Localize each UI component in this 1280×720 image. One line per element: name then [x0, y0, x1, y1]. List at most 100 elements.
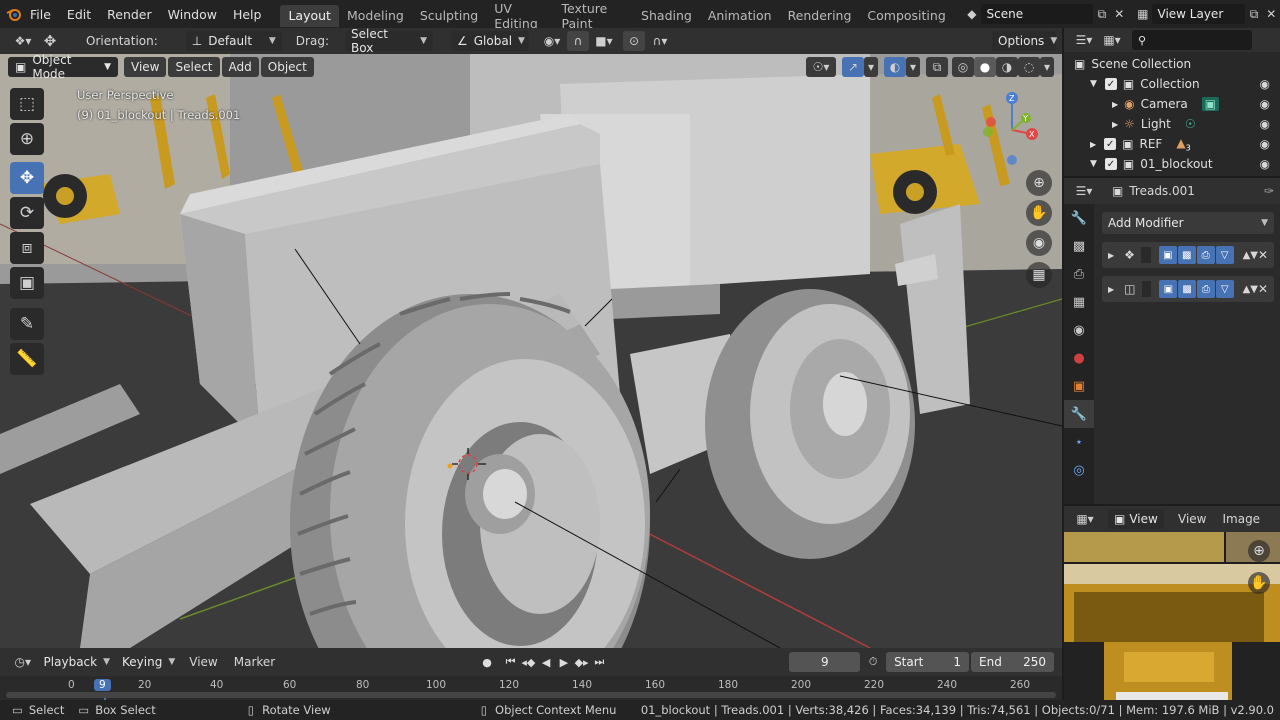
transform-tool-icon[interactable]: ▣ [10, 267, 44, 299]
playback-dropdown[interactable]: Playback ▼ [38, 652, 116, 672]
cage-toggle-icon[interactable]: ▽ [1215, 280, 1234, 298]
render-tab-icon[interactable]: ▩ [1064, 232, 1094, 260]
tab-sculpting[interactable]: Sculpting [412, 5, 486, 27]
move-updown-icon[interactable]: ▲▼ [1243, 250, 1258, 261]
play-icon[interactable]: ▶ [555, 653, 573, 671]
move-tool-icon[interactable]: ✥ [10, 162, 44, 194]
menu-edit[interactable]: Edit [59, 0, 99, 28]
physics-tab-icon[interactable]: ◎ [1064, 456, 1094, 484]
tool-tab-icon[interactable]: 🔧 [1064, 204, 1094, 232]
modifier-tab-icon[interactable]: 🔧 [1064, 400, 1094, 428]
image-editor-type-icon[interactable]: ▦▾ [1070, 509, 1100, 529]
viewport-menu-object[interactable]: Object [260, 57, 314, 77]
scene-name-field[interactable]: Scene [980, 4, 1094, 24]
snap-target-icon[interactable]: ■▾ [589, 31, 619, 51]
eye-icon[interactable]: ◉ [1260, 97, 1270, 111]
measure-tool-icon[interactable]: 📏 [10, 343, 44, 375]
tab-uv-editing[interactable]: UV Editing [486, 1, 553, 31]
viewport-menu-view[interactable]: View [124, 57, 167, 77]
editmode-toggle-icon[interactable]: ▣ [1159, 280, 1178, 298]
tab-modeling[interactable]: Modeling [339, 5, 412, 27]
viewport-toggle-icon[interactable]: ▩ [1177, 246, 1196, 264]
eye-icon[interactable]: ◉ [1260, 137, 1270, 151]
ortho-grid-icon[interactable]: ▦ [1026, 262, 1052, 288]
tab-rendering[interactable]: Rendering [780, 5, 860, 27]
close-icon[interactable]: ✕ [1258, 282, 1268, 296]
new-view-layer-icon[interactable]: ⧉ [1245, 4, 1262, 24]
viewport-toggle-icon[interactable]: ▩ [1178, 280, 1196, 298]
eye-icon[interactable]: ◉ [1260, 77, 1270, 91]
modifier-name-field[interactable] [1140, 247, 1151, 263]
checkbox-icon[interactable]: ✓ [1104, 158, 1117, 170]
new-scene-icon[interactable]: ⧉ [1093, 4, 1110, 24]
viewport-menu-add[interactable]: Add [221, 57, 259, 77]
object-tab-icon[interactable]: ▣ [1064, 372, 1094, 400]
xray-icon[interactable]: ⧉ [926, 57, 948, 77]
view-layer-tab-icon[interactable]: ▦ [1064, 288, 1094, 316]
scene-selector-icon[interactable]: ◆ [963, 4, 980, 24]
render-toggle-icon[interactable]: ⎙ [1196, 246, 1215, 264]
outliner-row-collection[interactable]: ▼ ✓ ▣ Collection ◉ [1064, 74, 1280, 94]
delete-view-layer-icon[interactable]: ✕ [1263, 4, 1280, 24]
chevron-down-icon[interactable]: ▾ [1040, 57, 1054, 77]
blender-logo-icon[interactable] [6, 4, 22, 24]
checkbox-icon[interactable]: ✓ [1104, 78, 1117, 90]
stopwatch-icon[interactable]: ⏱ [864, 653, 882, 671]
record-icon[interactable]: ● [478, 653, 496, 671]
transform-orientation-dropdown[interactable]: ∠ Global ▼ [450, 31, 529, 51]
gizmo-icon[interactable]: ↗ [842, 57, 864, 77]
checkbox-icon[interactable]: ✓ [1104, 138, 1117, 150]
eye-icon[interactable]: ◉ [1260, 117, 1270, 131]
jump-end-icon[interactable]: ⏭ [590, 653, 608, 671]
select-box-tool-icon[interactable]: ⬚ [10, 88, 44, 120]
scene-tab-icon[interactable]: ◉ [1064, 316, 1094, 344]
cage-toggle-icon[interactable]: ▽ [1215, 246, 1234, 264]
rotate-tool-icon[interactable]: ⟳ [10, 197, 44, 229]
prev-keyframe-icon[interactable]: ◂◆ [520, 653, 538, 671]
viewport-menu-select[interactable]: Select [168, 57, 220, 77]
pan-hand-icon[interactable]: ✋ [1248, 572, 1270, 594]
timeline-menu-marker[interactable]: Marker [234, 655, 275, 669]
tab-animation[interactable]: Animation [700, 5, 780, 27]
timeline-editor-icon[interactable]: ◷▾ [8, 652, 38, 672]
editor-type-icon[interactable]: ❖▾ [8, 31, 38, 51]
view-layer-icon[interactable]: ▦ [1134, 4, 1151, 24]
delete-scene-icon[interactable]: ✕ [1111, 4, 1128, 24]
options-dropdown[interactable]: Options ▼ [992, 31, 1057, 51]
eye-icon[interactable]: ◉ [1260, 157, 1270, 171]
modifier-row-1[interactable]: ▶ ❖ ▣ ▩ ⎙ ▽ ▲▼ ✕ [1102, 242, 1274, 268]
3d-viewport[interactable]: ▣ Object Mode ▼ View Select Add Object ☉… [0, 54, 1062, 648]
timeline-scrollbar[interactable] [6, 692, 1056, 698]
current-frame-field[interactable]: 9 [789, 652, 861, 672]
scale-tool-icon[interactable]: ⧈ [10, 232, 44, 264]
cursor-tool-icon[interactable]: ⊕ [10, 123, 44, 155]
outliner-row-ref[interactable]: ▶ ✓ ▣ REF ▲3 ◉ [1064, 134, 1280, 154]
move-tool-icon[interactable]: ✥ [38, 31, 62, 51]
expand-arrow-icon[interactable]: ▶ [1108, 285, 1114, 294]
pivot-point-icon[interactable]: ◉▾ [537, 31, 567, 51]
wireframe-shading-icon[interactable]: ◎ [952, 57, 974, 77]
tab-texture-paint[interactable]: Texture Paint [554, 1, 634, 31]
modifier-row-2[interactable]: ▶ ◫ ▣ ▩ ⎙ ▽ ▲▼ ✕ [1102, 276, 1274, 302]
falloff-icon[interactable]: ∩▾ [645, 31, 675, 51]
visibility-icon[interactable]: ☉▾ [806, 57, 836, 77]
jump-start-icon[interactable]: ⏮ [502, 653, 520, 671]
pin-icon[interactable]: ✑ [1264, 184, 1274, 198]
zoom-icon[interactable]: ⊕ [1248, 540, 1270, 562]
start-frame-field[interactable]: Start 1 [886, 652, 970, 672]
world-tab-icon[interactable]: ● [1064, 344, 1094, 372]
timeline-menu-view[interactable]: View [189, 655, 217, 669]
outliner-row-light[interactable]: ▶ ☼ Light ☉ ◉ [1064, 114, 1280, 134]
particles-tab-icon[interactable]: ⋆ [1064, 428, 1094, 456]
output-tab-icon[interactable]: ⎙ [1064, 260, 1094, 288]
snap-magnet-icon[interactable]: ∩ [566, 31, 589, 51]
menu-window[interactable]: Window [160, 0, 225, 28]
move-updown-icon[interactable]: ▲▼ [1243, 284, 1258, 295]
display-mode-icon[interactable]: ▦▾ [1098, 30, 1126, 50]
play-reverse-icon[interactable]: ◀ [537, 653, 555, 671]
render-toggle-icon[interactable]: ⎙ [1196, 280, 1215, 298]
tab-layout[interactable]: Layout [280, 4, 339, 27]
timeline-ruler[interactable]: 0 9 20 40 60 80 100 120 140 160 180 200 … [0, 676, 1062, 700]
keying-dropdown[interactable]: Keying ▼ [116, 652, 181, 672]
image-menu-view[interactable]: View [1178, 512, 1206, 526]
